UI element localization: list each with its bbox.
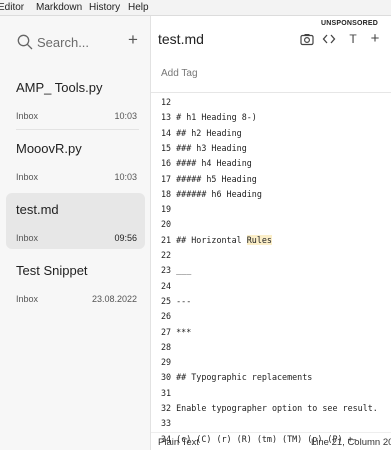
- line-number: 17: [161, 173, 177, 184]
- code-line[interactable]: 16 #### h4 Heading: [161, 158, 252, 168]
- line-text: #### h4 Heading: [176, 158, 252, 169]
- line-number: 22: [161, 250, 177, 260]
- line-text: Enable typographer option to see result.: [176, 403, 378, 413]
- code-line[interactable]: 30 ## Typographic replacements: [161, 372, 312, 382]
- code-line[interactable]: 32 Enable typographer option to see resu…: [161, 403, 378, 413]
- code-line[interactable]: 12: [161, 97, 176, 107]
- code-line[interactable]: 33: [161, 418, 176, 428]
- line-number: 16: [161, 158, 177, 169]
- divider: [151, 92, 391, 93]
- note-title: Test Snippet: [16, 263, 88, 278]
- line-number: 19: [161, 204, 177, 215]
- search-icon: [17, 34, 33, 50]
- menu-history[interactable]: History: [89, 0, 120, 15]
- code-line[interactable]: 25 ---: [161, 296, 191, 306]
- code-line[interactable]: 14 ## h2 Heading: [161, 128, 242, 138]
- line-text: ## h2 Heading: [176, 127, 242, 138]
- code-line[interactable]: 17 ##### h5 Heading: [161, 174, 257, 184]
- code-line[interactable]: 21 ## Horizontal Rules: [161, 234, 272, 245]
- note-title: test.md: [16, 202, 59, 217]
- code-line[interactable]: 15 ### h3 Heading: [161, 143, 247, 153]
- note-folder: Inbox: [16, 233, 39, 243]
- line-number: 33: [161, 418, 177, 429]
- line-number: 23: [161, 265, 177, 276]
- editor-pane: UNSPONSORED test.md T + Add Tag 12 13 # …: [151, 16, 391, 450]
- line-text: ---: [176, 295, 192, 306]
- line-text: ###### h6 Heading: [176, 188, 262, 199]
- code-line[interactable]: 20: [161, 219, 176, 229]
- line-text: ## Horizontal: [176, 234, 247, 245]
- unsponsored-label[interactable]: UNSPONSORED: [321, 20, 378, 27]
- line-number: 18: [161, 188, 177, 199]
- add-tag-field[interactable]: Add Tag: [161, 68, 198, 79]
- code-line[interactable]: 22: [161, 250, 176, 260]
- line-number: 14: [161, 127, 177, 138]
- code-line[interactable]: 29: [161, 357, 176, 367]
- note-date: 10:03: [114, 111, 137, 121]
- line-number: 27: [161, 326, 177, 337]
- note-folder: Inbox: [16, 172, 39, 182]
- line-text: ### h3 Heading: [176, 142, 247, 153]
- code-line[interactable]: 31: [161, 388, 176, 398]
- line-text: ## Typographic replacements: [176, 372, 313, 383]
- note-date: 09:56: [114, 233, 137, 243]
- text-icon[interactable]: T: [345, 31, 361, 47]
- line-number: 13: [161, 112, 177, 123]
- camera-icon[interactable]: [299, 31, 315, 47]
- menu-bar: Editor Markdown History Help: [0, 0, 391, 16]
- line-text: ##### h5 Heading: [176, 173, 257, 184]
- add-note-button[interactable]: +: [125, 30, 141, 50]
- note-item-test-snippet[interactable]: Test Snippet Inbox 23.08.2022: [6, 254, 145, 310]
- divider: [16, 129, 139, 130]
- code-line[interactable]: 24: [161, 281, 176, 291]
- line-number: 25: [161, 295, 177, 306]
- code-line[interactable]: 27 ***: [161, 327, 191, 337]
- code-icon[interactable]: [321, 31, 337, 47]
- code-line[interactable]: 13 # h1 Heading 8-): [161, 112, 257, 122]
- line-text: # h1 Heading 8-): [176, 112, 257, 123]
- line-number: 26: [161, 311, 177, 322]
- code-line[interactable]: 23 ___: [161, 265, 191, 275]
- line-text: ***: [176, 326, 192, 337]
- line-number: 21: [161, 234, 177, 245]
- note-item-mooovr[interactable]: MooovR.py Inbox 10:03: [6, 132, 145, 188]
- search-input[interactable]: [37, 32, 123, 52]
- menu-markdown[interactable]: Markdown: [36, 0, 82, 15]
- line-number: 12: [161, 97, 177, 107]
- line-number: 24: [161, 280, 177, 291]
- code-line[interactable]: 18 ###### h6 Heading: [161, 189, 262, 199]
- menu-editor[interactable]: Editor: [0, 0, 24, 15]
- line-number: 15: [161, 142, 177, 153]
- note-date: 23.08.2022: [91, 294, 137, 304]
- line-number: 29: [161, 357, 177, 368]
- line-number: 28: [161, 341, 177, 352]
- note-title: MooovR.py: [16, 141, 82, 156]
- note-list: AMP_ Tools.py Inbox 10:03 MooovR.py Inbo…: [0, 71, 150, 315]
- document-title[interactable]: test.md: [158, 31, 204, 47]
- status-bar: Plain Text Line 21, Column 20: [151, 432, 391, 450]
- note-item-amp-tools[interactable]: AMP_ Tools.py Inbox 10:03: [6, 71, 145, 130]
- menu-help[interactable]: Help: [128, 0, 149, 15]
- code-line[interactable]: 28: [161, 342, 176, 352]
- note-folder: Inbox: [16, 294, 39, 304]
- plus-icon[interactable]: +: [367, 31, 383, 47]
- note-date: 10:03: [114, 172, 137, 182]
- line-text: ___: [176, 265, 192, 276]
- syntax-mode[interactable]: Plain Text: [158, 437, 199, 448]
- code-line[interactable]: 19: [161, 204, 176, 214]
- line-number: 32: [161, 403, 177, 413]
- line-number: 30: [161, 372, 177, 383]
- note-folder: Inbox: [16, 111, 39, 121]
- sidebar: + AMP_ Tools.py Inbox 10:03 MooovR.py In…: [0, 16, 151, 450]
- code-line[interactable]: 26: [161, 311, 176, 321]
- cursor-position: Line 21, Column 20: [311, 437, 391, 448]
- line-number: 31: [161, 387, 177, 398]
- note-title: AMP_ Tools.py: [16, 80, 103, 95]
- note-item-test-md[interactable]: test.md Inbox 09:56: [6, 193, 145, 249]
- line-number: 20: [161, 219, 177, 230]
- search-highlight: Rules: [246, 234, 272, 245]
